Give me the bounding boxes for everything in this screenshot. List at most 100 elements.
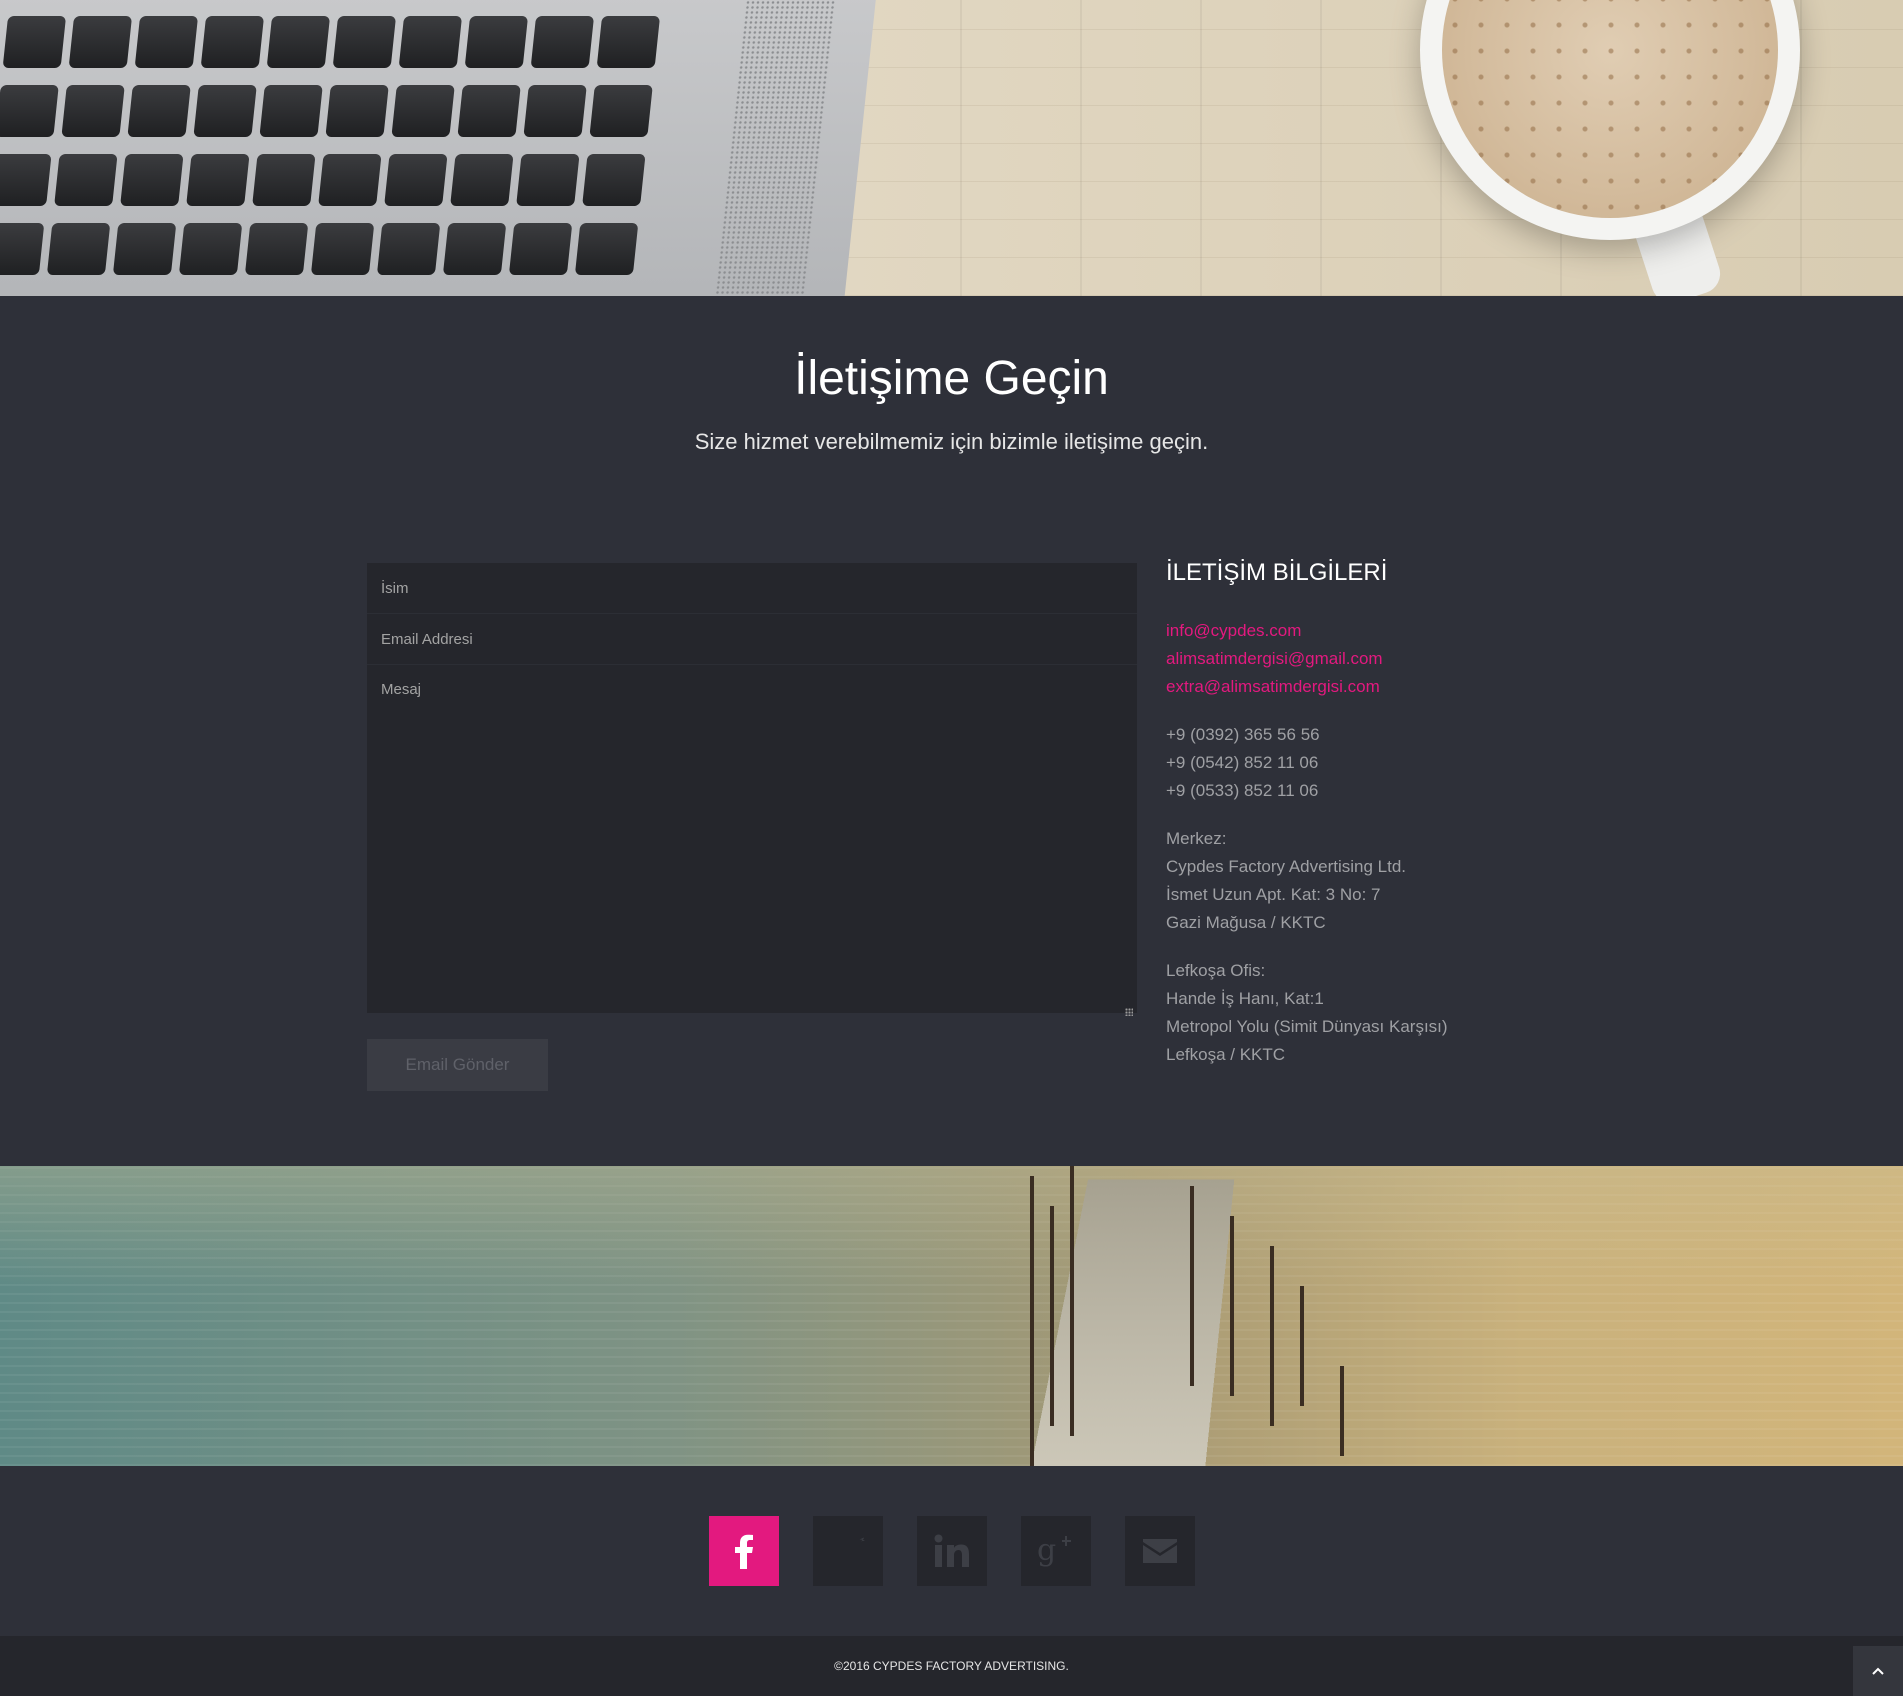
key [0, 85, 59, 137]
email-icon [1143, 1539, 1177, 1563]
email-input[interactable] [367, 614, 1137, 665]
key [442, 223, 507, 275]
pier-post [1070, 1166, 1074, 1436]
key [193, 85, 257, 137]
key [516, 154, 580, 206]
key [54, 154, 118, 206]
social-bar: g [0, 1466, 1903, 1636]
pier-post [1050, 1206, 1054, 1426]
key [398, 16, 463, 68]
phone-number: +9 (0533) 852 11 06 [1166, 781, 1319, 800]
laptop-keyboard [0, 0, 878, 296]
key [596, 16, 661, 68]
facebook-button[interactable] [709, 1516, 779, 1586]
key [2, 16, 67, 68]
contact-info: İLETİŞİM BİLGİLERİ info@cypdes.com alims… [1166, 559, 1566, 1089]
key [457, 85, 521, 137]
key [574, 223, 639, 275]
key [0, 223, 45, 275]
key [391, 85, 455, 137]
coffee-foam [1442, 0, 1778, 218]
key [178, 223, 243, 275]
email-link[interactable]: extra@alimsatimdergisi.com [1166, 673, 1566, 701]
page-subtitle: Size hizmet verebilmemiz için bizimle il… [694, 429, 1209, 454]
key [127, 85, 191, 137]
back-to-top-button[interactable] [1853, 1646, 1903, 1696]
phone-number: +9 (0542) 852 11 06 [1166, 753, 1319, 772]
pier-post [1270, 1246, 1274, 1426]
hq-address: Merkez: Cypdes Factory Advertising Ltd. … [1166, 825, 1566, 937]
key [46, 223, 111, 275]
email-link[interactable]: alimsatimdergisi@gmail.com [1166, 645, 1566, 673]
key [530, 16, 595, 68]
key [68, 16, 133, 68]
contact-info-title: İLETİŞİM BİLGİLERİ [1166, 559, 1388, 586]
key [376, 223, 441, 275]
send-email-button[interactable]: Email Gönder [367, 1039, 548, 1091]
address-line: Lefkoşa / KKTC [1166, 1045, 1286, 1064]
twitter-icon [859, 1537, 865, 1542]
email-link[interactable]: info@cypdes.com [1166, 617, 1566, 645]
key [252, 154, 316, 206]
key [318, 154, 382, 206]
key [384, 154, 448, 206]
phone-list: +9 (0392) 365 56 56 +9 (0542) 852 11 06 … [1166, 721, 1566, 805]
key [120, 154, 184, 206]
key [259, 85, 323, 137]
address-line: Gazi Mağusa / KKTC [1166, 913, 1326, 932]
hero-image [0, 0, 1903, 296]
google-plus-icon: g [1037, 1534, 1071, 1568]
key [508, 223, 573, 275]
address-line: Hande İş Hanı, Kat:1 [1166, 989, 1324, 1008]
key [325, 85, 389, 137]
key [200, 16, 265, 68]
key [134, 16, 199, 68]
key [244, 223, 309, 275]
key [186, 154, 250, 206]
key [582, 154, 646, 206]
pier-post [1230, 1216, 1234, 1396]
google-plus-button[interactable]: g [1021, 1516, 1091, 1586]
key [464, 16, 529, 68]
address-line: Merkez: [1166, 829, 1227, 848]
keyboard-keys [0, 10, 685, 286]
contact-section: İletişime Geçin Size hizmet verebilmemiz… [0, 296, 1903, 1166]
office-address: Lefkoşa Ofis: Hande İş Hanı, Kat:1 Metro… [1166, 957, 1566, 1069]
address-line: Metropol Yolu (Simit Dünyası Karşısı) [1166, 1017, 1448, 1036]
pier-post [1190, 1186, 1194, 1386]
pier-post [1300, 1286, 1304, 1406]
address-line: Cypdes Factory Advertising Ltd. [1166, 857, 1407, 876]
footer: ©2016 CYPDES FACTORY ADVERTISING. [0, 1636, 1903, 1696]
svg-text:g: g [1037, 1534, 1056, 1568]
resize-handle-icon[interactable] [1125, 1008, 1133, 1016]
speaker-grille [712, 0, 838, 296]
email-list: info@cypdes.com alimsatimdergisi@gmail.c… [1166, 617, 1566, 701]
water-glare [0, 1166, 1903, 1286]
key [112, 223, 177, 275]
linkedin-button[interactable] [917, 1516, 987, 1586]
pier-post [1030, 1176, 1034, 1466]
address-line: İsmet Uzun Apt. Kat: 3 No: 7 [1166, 885, 1381, 904]
phone-number: +9 (0392) 365 56 56 [1166, 725, 1320, 744]
key [61, 85, 125, 137]
key [450, 154, 514, 206]
key [523, 85, 587, 137]
key [310, 223, 375, 275]
pier-image [0, 1166, 1903, 1466]
copyright-text: ©2016 CYPDES FACTORY ADVERTISING. [834, 1659, 1069, 1673]
pier-post [1340, 1366, 1344, 1456]
twitter-button[interactable] [813, 1516, 883, 1586]
key [332, 16, 397, 68]
message-textarea[interactable] [367, 665, 1137, 1013]
chevron-up-icon [1872, 1667, 1884, 1675]
page-title: İletişime Geçin [794, 352, 1109, 405]
contact-form: Email Gönder [367, 563, 1137, 1091]
email-button[interactable] [1125, 1516, 1195, 1586]
linkedin-icon [934, 1534, 969, 1567]
facebook-icon [735, 1534, 753, 1569]
address-line: Lefkoşa Ofis: [1166, 961, 1266, 980]
key [266, 16, 331, 68]
key [589, 85, 653, 137]
name-input[interactable] [367, 563, 1137, 614]
key [0, 154, 52, 206]
